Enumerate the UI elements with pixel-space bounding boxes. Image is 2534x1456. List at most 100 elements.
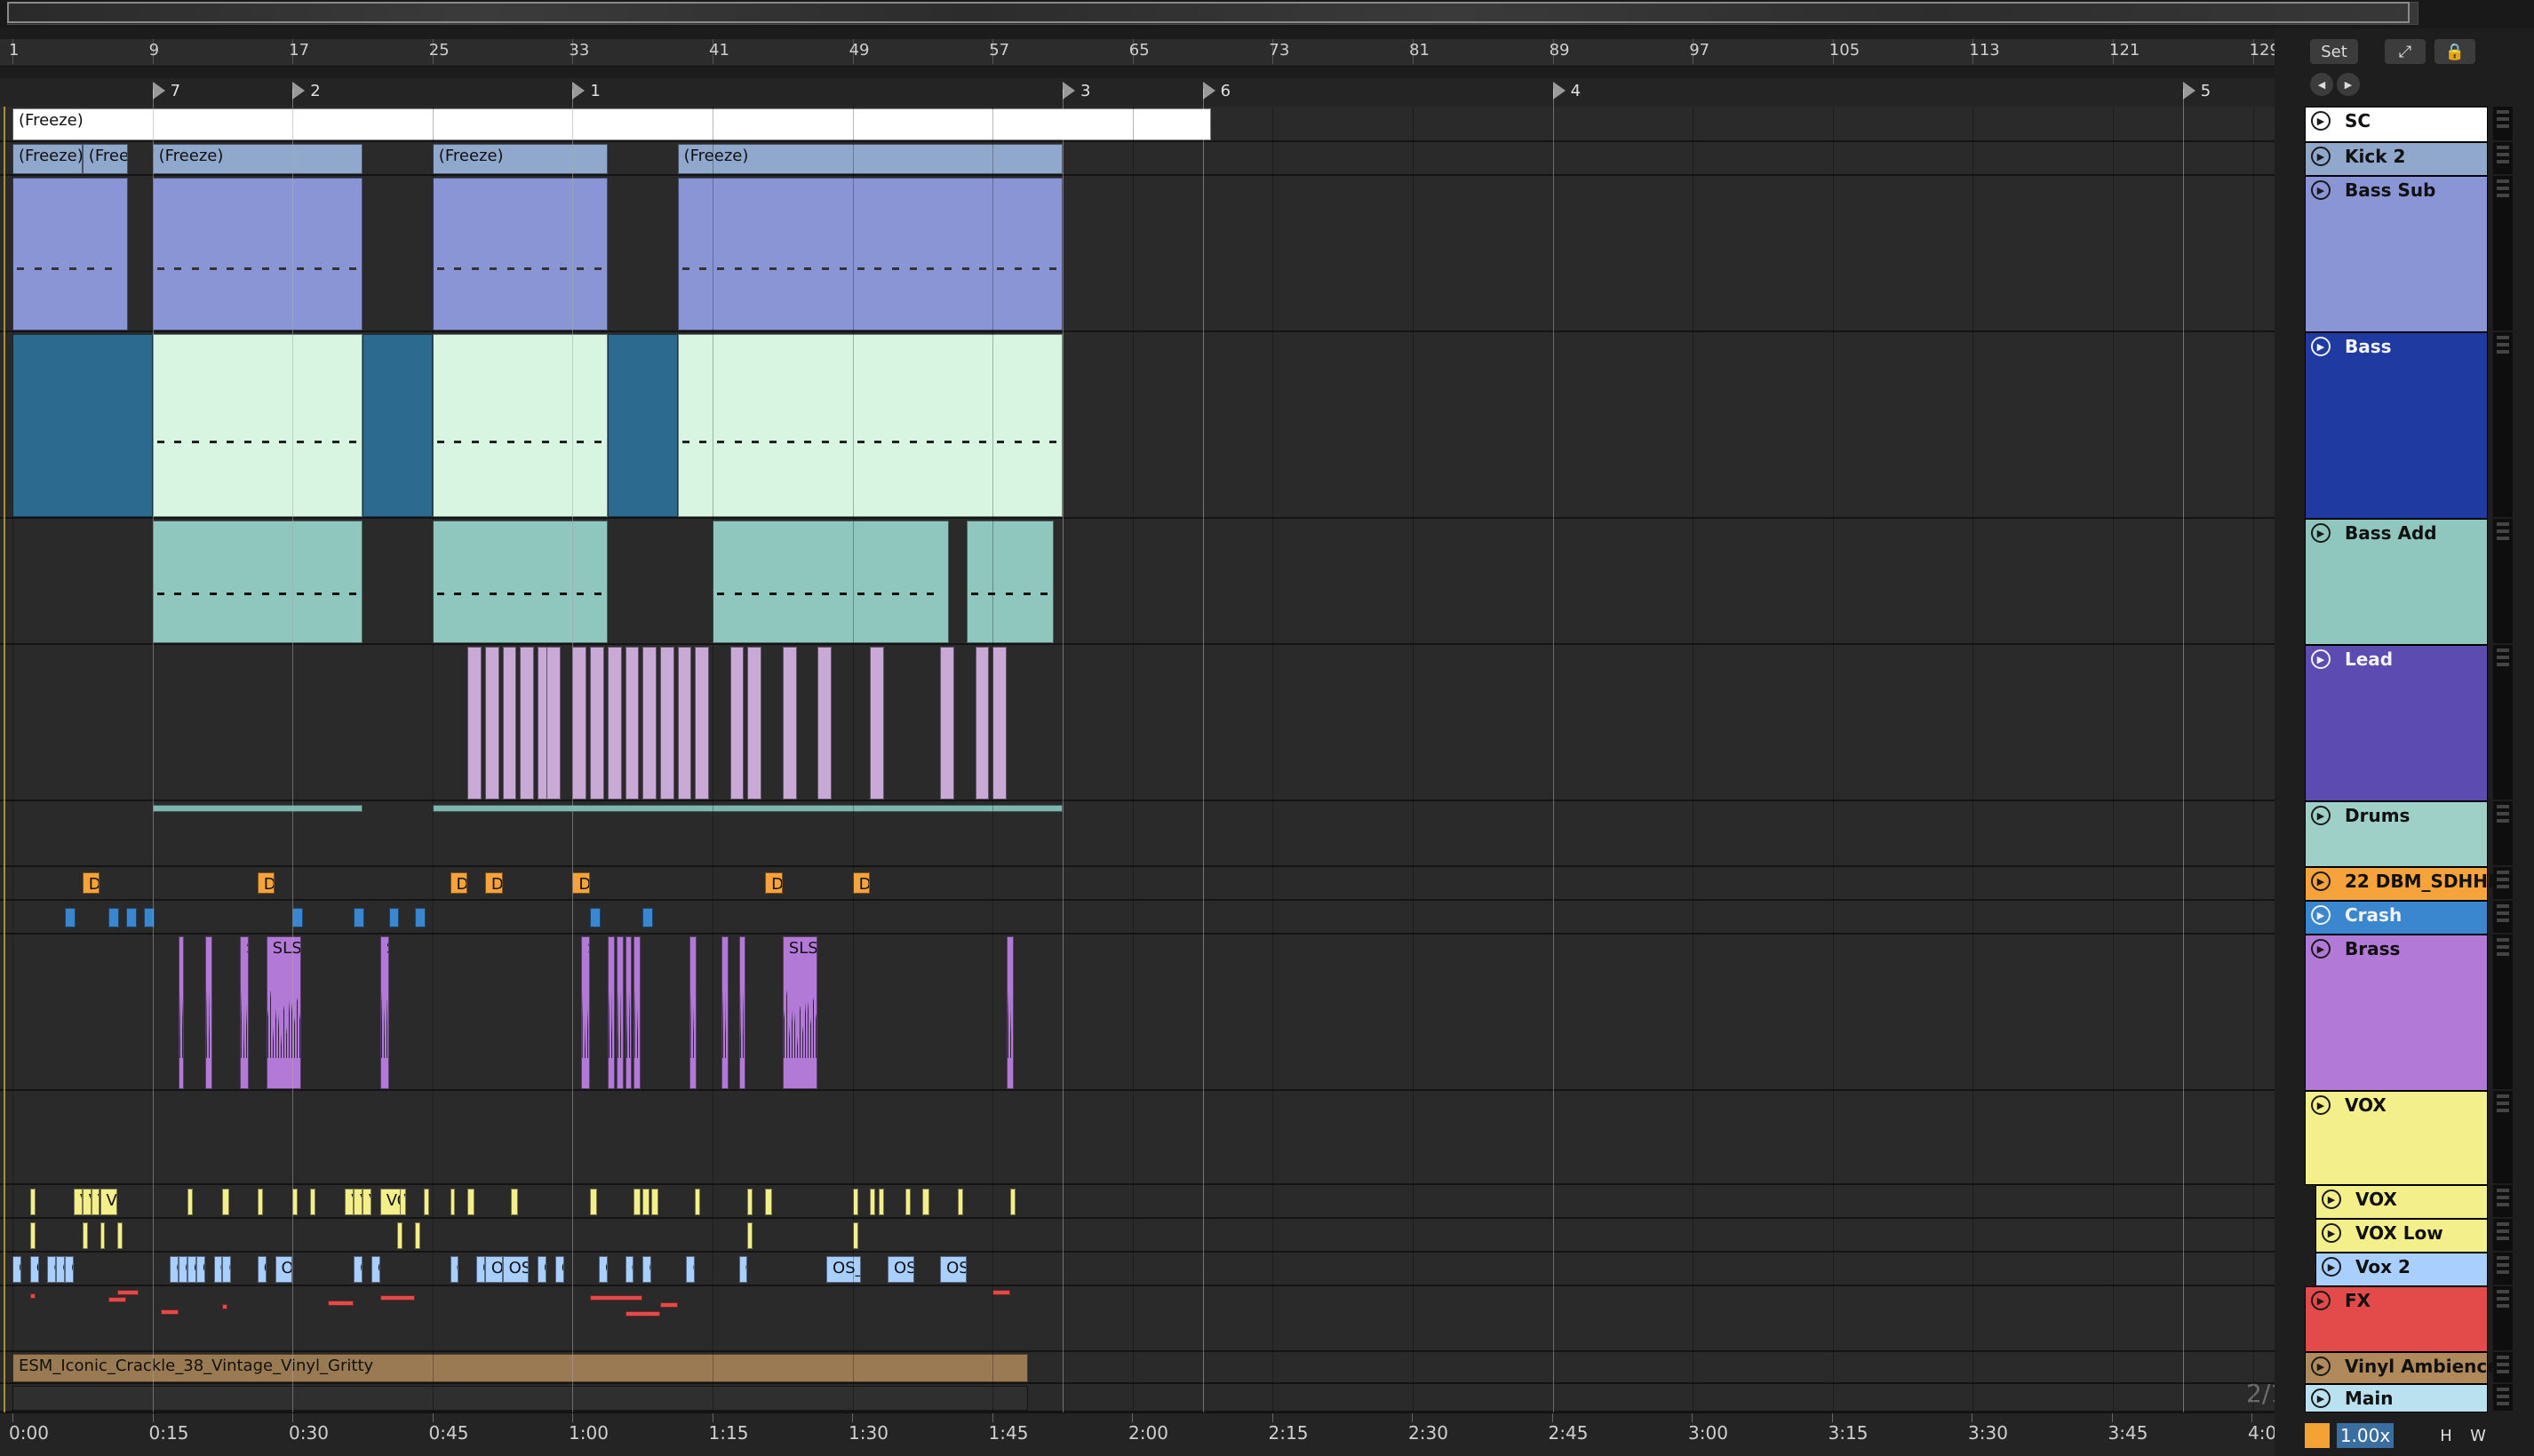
brass-clip[interactable]: S [738,936,746,1089]
h-button[interactable]: H [2433,1423,2459,1448]
track-lane[interactable] [0,867,2275,901]
vox2-clip[interactable]: O [257,1256,267,1283]
vox2-clip[interactable]: O [213,1256,223,1283]
fx-clip[interactable] [590,1295,643,1301]
fx-clip[interactable] [327,1301,355,1306]
track-header[interactable]: ▶ Brass [2305,935,2488,1091]
locator-marker[interactable] [1063,82,1075,99]
brass-clip[interactable]: S [689,936,697,1089]
track-header[interactable]: ▶ FX [2305,1286,2488,1352]
vox2-clip[interactable]: OS_VI [888,1256,914,1283]
crash-clip[interactable] [65,908,76,927]
brass-clip[interactable]: S [1006,936,1014,1089]
brass-clip[interactable]: S [179,936,185,1089]
vox-clip[interactable]: V [642,1189,650,1215]
vox-clip[interactable]: V [309,1189,315,1215]
dn-clip[interactable]: DN [765,872,783,894]
fold-toggle-icon[interactable]: ▶ [2311,180,2331,200]
locator-label[interactable]: 1 [590,82,600,100]
track-name[interactable]: VOX [2345,1094,2387,1116]
bass-clip[interactable] [152,334,363,517]
fold-toggle-icon[interactable]: ▶ [2311,111,2331,131]
crash-clip[interactable] [292,908,303,927]
vox2-clip[interactable]: O [642,1256,652,1283]
fold-toggle-icon[interactable]: ▶ [2311,147,2331,166]
vox-clip[interactable]: V [634,1189,641,1215]
track-name[interactable]: Lead [2345,648,2393,670]
vox-clip[interactable]: V [73,1189,83,1215]
vox-clip[interactable]: V [187,1189,193,1215]
main-lane-bg[interactable] [12,1386,1028,1411]
dn-clip[interactable]: DN [852,872,871,894]
kick-freeze-clip[interactable]: (Freeze) [432,144,608,174]
bass-sub-clip[interactable] [432,178,608,330]
fold-toggle-icon[interactable]: ▶ [2311,1095,2331,1115]
vox-clip[interactable]: V [29,1189,36,1215]
fold-toggle-icon[interactable]: ▶ [2311,1388,2331,1408]
lead-clip[interactable] [484,647,499,800]
kick-freeze-clip[interactable]: (Freeze) [677,144,1063,174]
vox2-clip[interactable]: O [450,1256,459,1283]
fullscreen-icon[interactable]: ⤢ [2385,39,2426,64]
track-lane[interactable] [0,1091,2275,1185]
locator-marker[interactable] [292,82,306,99]
bass-add-clip[interactable] [432,521,608,643]
lead-clip[interactable] [729,647,745,800]
brass-clip[interactable]: S [240,936,249,1089]
locator-marker[interactable] [152,82,165,99]
vox-clip[interactable]: V [222,1189,230,1215]
brass-clip[interactable]: S [634,936,641,1089]
vox2-clip[interactable]: O [598,1256,608,1283]
vox2-clip[interactable]: O [538,1256,546,1283]
locator-marker[interactable] [1202,82,1215,99]
track-name[interactable]: Kick 2 [2345,146,2405,167]
track-header[interactable]: ▶ SC [2305,107,2488,142]
lead-clip[interactable] [817,647,832,800]
vox2-clip[interactable]: O [187,1256,196,1283]
drums-clip[interactable] [432,805,1063,812]
bass-sub-clip[interactable] [12,178,129,330]
fold-toggle-icon[interactable]: ▶ [2322,1257,2341,1277]
vox-clip[interactable]: V [511,1189,519,1215]
sc-freeze-clip[interactable]: (Freeze) [12,108,1212,140]
vox-clip[interactable]: V [345,1189,355,1215]
fx-clip[interactable] [161,1309,179,1315]
track-name[interactable]: Bass [2345,336,2392,357]
bass-add-clip[interactable] [152,521,363,643]
beat-time-ruler[interactable]: 1 9 17 25 33 41 49 57 65 73 81 89 97 105 113 121 129 [0,39,2280,67]
vox-clip[interactable]: V [91,1189,100,1215]
vox2-clip[interactable]: OS [484,1256,503,1283]
vox-low-clip[interactable] [415,1222,420,1249]
locator-label[interactable]: 6 [1221,82,1231,100]
bass-clip-dark[interactable] [363,334,433,517]
vox-clip[interactable]: V [467,1189,475,1215]
crash-clip[interactable] [388,908,400,927]
bass-clip-dark[interactable] [12,334,153,517]
bass-sub-clip[interactable] [152,178,363,330]
lead-clip[interactable] [975,647,990,800]
vox-clip[interactable]: VOX [100,1189,118,1215]
fold-toggle-icon[interactable]: ▶ [2311,523,2331,543]
fx-clip[interactable] [625,1311,660,1317]
crash-clip[interactable] [354,908,364,927]
set-button[interactable]: Set [2310,39,2358,64]
fx-clip[interactable] [117,1290,139,1295]
vox2-clip[interactable]: OS_V [940,1256,967,1283]
fx-clip[interactable] [108,1297,127,1302]
fold-toggle-icon[interactable]: ▶ [2311,806,2331,825]
track-header[interactable]: ▶ 22 DBM_SDHHII [2305,867,2501,901]
lead-clip[interactable] [659,647,674,800]
vox-clip[interactable]: V [450,1189,456,1215]
locator-label[interactable]: 4 [1571,82,1581,100]
vox-clip[interactable]: V [922,1189,930,1215]
vox2-clip[interactable]: O [738,1256,748,1283]
vox2-clip[interactable]: O [56,1256,66,1283]
vox-clip[interactable]: V [957,1189,963,1215]
brass-clip[interactable]: S [721,936,729,1089]
brass-clip[interactable]: S [204,936,212,1089]
vox-clip[interactable]: V [590,1189,597,1215]
bass-add-clip[interactable] [713,521,949,643]
track-header[interactable]: ▶ Drums [2305,801,2488,867]
vox-clip[interactable]: V [82,1189,92,1215]
vox-clip[interactable]: V [695,1189,701,1215]
